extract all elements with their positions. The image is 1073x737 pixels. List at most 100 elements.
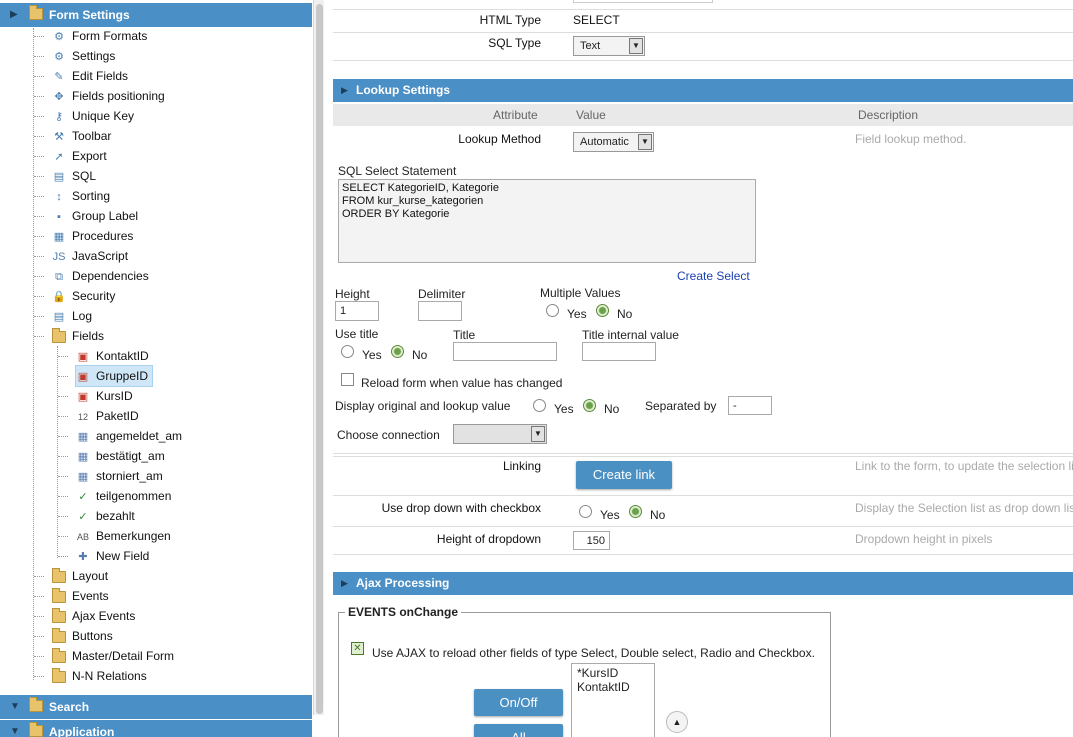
scrollbar-thumb[interactable] [316, 4, 323, 714]
ajax-fields-list[interactable]: *KursID KontaktID [571, 663, 655, 737]
search-section[interactable]: ▼ Search [0, 695, 312, 719]
sql-type-select[interactable]: Text ▼ [573, 36, 645, 56]
title-internal-input[interactable] [582, 342, 656, 361]
tree-item[interactable]: ➚ Export [52, 146, 106, 166]
multiple-yes-radio[interactable] [546, 304, 559, 317]
tree-item-label: Security [72, 289, 116, 303]
field-item[interactable]: ▦ bestätigt_am [76, 446, 165, 466]
create-select-link[interactable]: Create Select [677, 269, 750, 283]
form-settings-section[interactable]: ▶ Form Settings [0, 3, 312, 27]
use-ajax-checkbox[interactable]: ✕ [351, 642, 364, 655]
date-field-icon: ▦ [77, 470, 89, 483]
tree-folder[interactable]: Buttons [52, 626, 113, 646]
divider [333, 554, 1073, 555]
tree-item[interactable]: JS JavaScript [52, 246, 128, 266]
tree-folder-label: N-N Relations [72, 669, 147, 683]
field-item[interactable]: ▦ angemeldet_am [76, 426, 182, 446]
checkmark-icon: ✓ [78, 490, 88, 503]
ajax-list-option[interactable]: *KursID [577, 666, 654, 680]
tree-folder[interactable]: Ajax Events [52, 606, 135, 626]
delimiter-input[interactable] [418, 301, 462, 321]
sql-statement-textarea[interactable]: SELECT KategorieID, Kategorie FROM kur_k… [338, 179, 756, 263]
dropdown-checkbox-yes-radio[interactable] [579, 505, 592, 518]
field-item[interactable]: ✓ teilgenommen [76, 486, 171, 506]
field-item-label: Bemerkungen [96, 529, 171, 543]
title-internal-label: Title internal value [582, 328, 679, 342]
lookup-method-select[interactable]: Automatic ▼ [573, 132, 654, 152]
create-link-button[interactable]: Create link [576, 461, 672, 489]
dropdown-height-input[interactable]: 150 [573, 531, 610, 550]
tree-item[interactable]: ▤ SQL [52, 166, 96, 186]
display-original-yes-radio[interactable] [533, 399, 546, 412]
multiple-no-radio[interactable] [596, 304, 609, 317]
field-item[interactable]: ▣ GruppeID [74, 365, 154, 387]
field-item[interactable]: ✚ New Field [76, 546, 149, 566]
procedures-icon: ▦ [53, 230, 65, 243]
checkmark-icon: ✓ [78, 510, 88, 523]
height-input[interactable]: 1 [335, 301, 379, 321]
reload-form-checkbox[interactable] [341, 373, 354, 386]
divider [333, 60, 1073, 61]
tree-guide-line [58, 476, 68, 477]
tree-item[interactable]: ✥ Fields positioning [52, 86, 164, 106]
tree-folder-label: Ajax Events [72, 609, 136, 623]
display-original-no-radio[interactable] [583, 399, 596, 412]
expand-arrow-icon[interactable]: ▶ [10, 9, 18, 20]
tree-folder[interactable]: Layout [52, 566, 108, 586]
field-item[interactable]: ▣ KursID [76, 386, 133, 406]
lookup-settings-header[interactable]: ▶ Lookup Settings [333, 79, 1073, 102]
tree-item[interactable]: ▤ Log [52, 306, 92, 326]
choose-connection-select[interactable]: ▼ [453, 424, 547, 444]
tree-item[interactable]: ▦ Procedures [52, 226, 134, 246]
tree-guide-line [34, 256, 44, 257]
use-title-yes-radio[interactable] [341, 345, 354, 358]
tree-item-label: Settings [72, 49, 116, 63]
all-button[interactable]: All [474, 724, 563, 737]
dropdown-checkbox-no-radio[interactable] [629, 505, 642, 518]
tree-folder[interactable]: N-N Relations [52, 666, 147, 686]
tree-item-label: Edit Fields [72, 69, 129, 83]
dependencies-icon: ⧉ [55, 270, 63, 283]
tree-folder[interactable]: Events [52, 586, 109, 606]
folder-icon [52, 627, 66, 643]
tree-item[interactable]: ⚒ Toolbar [52, 126, 111, 146]
use-title-no-radio[interactable] [391, 345, 404, 358]
tree-guide-line [58, 456, 68, 457]
tree-item[interactable]: Fields [52, 326, 104, 346]
field-item-label: New Field [96, 549, 150, 563]
collapse-arrow-icon[interactable]: ▼ [10, 701, 20, 712]
title-input[interactable] [453, 342, 557, 361]
tree-item[interactable]: ▪ Group Label [52, 206, 138, 226]
field-item[interactable]: ▣ KontaktID [76, 346, 149, 366]
move-up-icon[interactable]: ▲ [666, 711, 688, 733]
ajax-processing-header[interactable]: ▶ Ajax Processing [333, 572, 1073, 595]
field-item[interactable]: ▦ storniert_am [76, 466, 163, 486]
tree-item[interactable]: ⚷ Unique Key [52, 106, 134, 126]
display-original-no-label: No [604, 402, 620, 416]
application-section[interactable]: ▼ Application [0, 720, 312, 737]
field-item[interactable]: 12 PaketID [76, 406, 139, 426]
tree-guide-line [34, 676, 44, 677]
tree-scrollbar[interactable] [313, 0, 324, 715]
divider [333, 495, 1073, 496]
field-item[interactable]: AB Bemerkungen [76, 526, 171, 546]
ajax-list-option[interactable]: KontaktID [577, 680, 654, 694]
gear-icon: ⚙ [54, 50, 64, 63]
tree-item[interactable]: 🔒 Security [52, 286, 115, 306]
tree-item-label: Sorting [72, 189, 111, 203]
tree-item[interactable]: ⧉ Dependencies [52, 266, 149, 286]
gear-icon: ⚙ [54, 30, 64, 43]
expand-arrow-icon: ▶ [341, 85, 348, 95]
html-type-value: SELECT [573, 13, 620, 27]
field-item[interactable]: ✓ bezahlt [76, 506, 134, 526]
tree-item[interactable]: ↕ Sorting [52, 186, 110, 206]
tree-item[interactable]: ⚙ Settings [52, 46, 115, 66]
divider [333, 526, 1073, 527]
tree-item[interactable]: ✎ Edit Fields [52, 66, 128, 86]
dropdown-checkbox-no-label: No [650, 508, 666, 522]
on-off-button[interactable]: On/Off [474, 689, 563, 716]
separated-by-input[interactable]: - [728, 396, 772, 415]
tree-folder[interactable]: Master/Detail Form [52, 646, 174, 666]
collapse-arrow-icon[interactable]: ▼ [10, 726, 20, 737]
tree-item[interactable]: ⚙ Form Formats [52, 26, 147, 46]
